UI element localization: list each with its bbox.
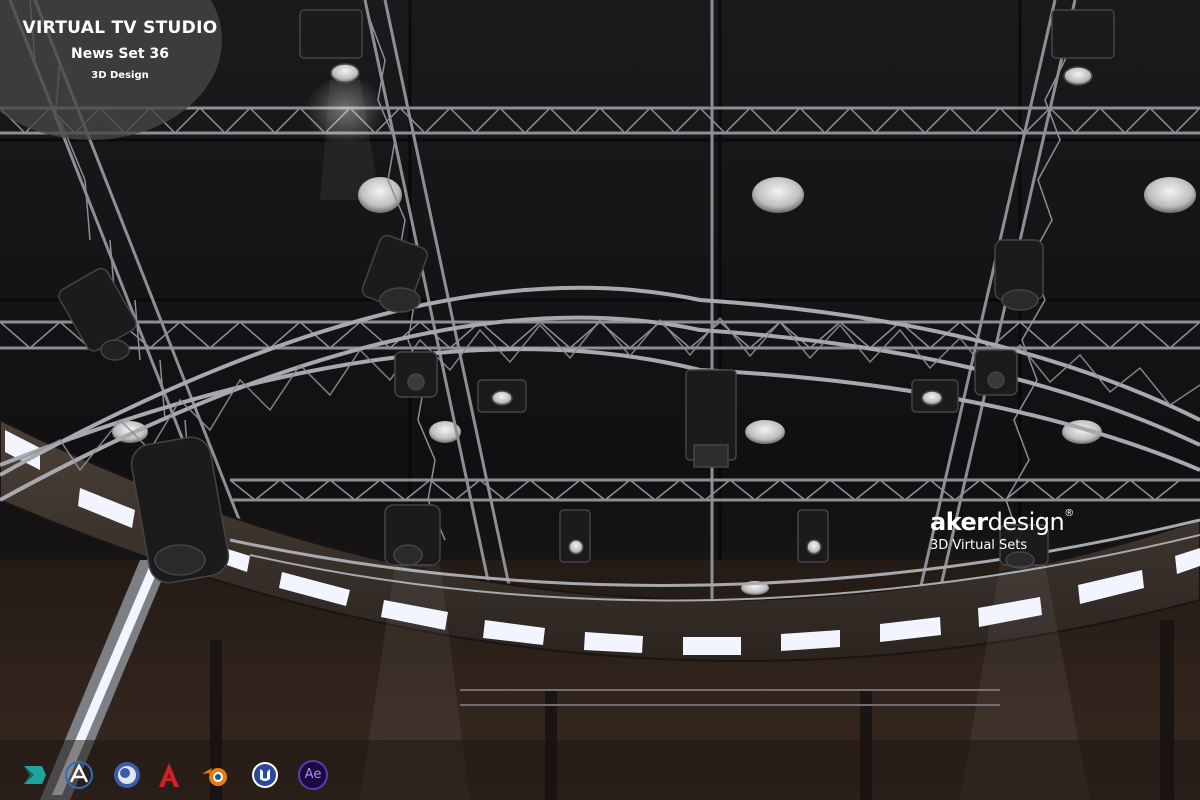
blender-icon	[202, 768, 227, 786]
after-effects-icon: Ae	[298, 760, 328, 790]
brand-logo-bold: aker	[930, 508, 988, 536]
studio-render: VIRTUAL TV STUDIO News Set 36 3D Design …	[0, 0, 1200, 800]
product-title: VIRTUAL TV STUDIO	[22, 18, 218, 38]
autocad-icon	[159, 763, 179, 787]
title-block: VIRTUAL TV STUDIO News Set 36 3D Design	[10, 18, 230, 81]
unreal-engine-icon	[252, 762, 278, 788]
brand-block: akerdesign® 3D Virtual Sets	[930, 508, 1074, 553]
brand-tagline: 3D Virtual Sets	[930, 538, 1028, 553]
unreal-aximmetry-icon	[65, 761, 93, 789]
cinema4d-icon	[114, 762, 140, 788]
brand-logo-light: design	[987, 508, 1065, 536]
studio-scene-illustration	[0, 0, 1200, 800]
product-subtitle: News Set 36	[71, 46, 169, 62]
brand-logo: akerdesign®	[930, 508, 1074, 536]
product-caption: 3D Design	[91, 70, 149, 81]
3ds-max-icon	[24, 766, 46, 784]
brand-registered-mark: ®	[1064, 508, 1074, 519]
